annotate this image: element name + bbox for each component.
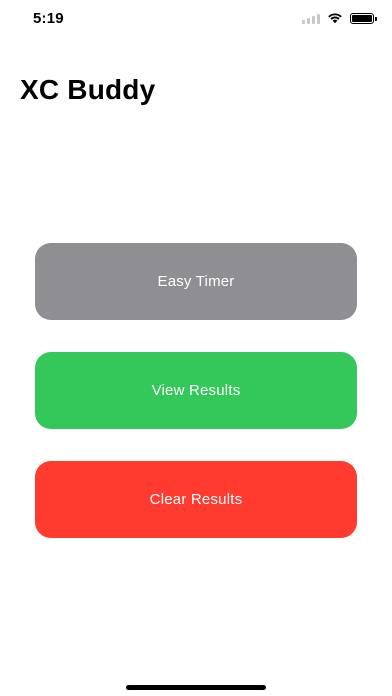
clear-results-label: Clear Results	[149, 491, 243, 508]
wifi-icon	[327, 12, 343, 24]
easy-timer-label: Easy Timer	[157, 273, 235, 290]
home-indicator[interactable]	[126, 685, 266, 690]
easy-timer-button[interactable]: Easy Timer	[35, 243, 357, 320]
cellular-signal-icon	[302, 13, 320, 24]
battery-icon	[350, 12, 377, 24]
clear-results-button[interactable]: Clear Results	[35, 461, 357, 538]
view-results-button[interactable]: View Results	[35, 352, 357, 429]
status-bar: 5:19	[0, 0, 392, 36]
page-title: XC Buddy	[20, 74, 156, 105]
view-results-label: View Results	[151, 382, 241, 399]
status-icons	[302, 11, 377, 25]
status-time: 5:19	[33, 10, 64, 27]
